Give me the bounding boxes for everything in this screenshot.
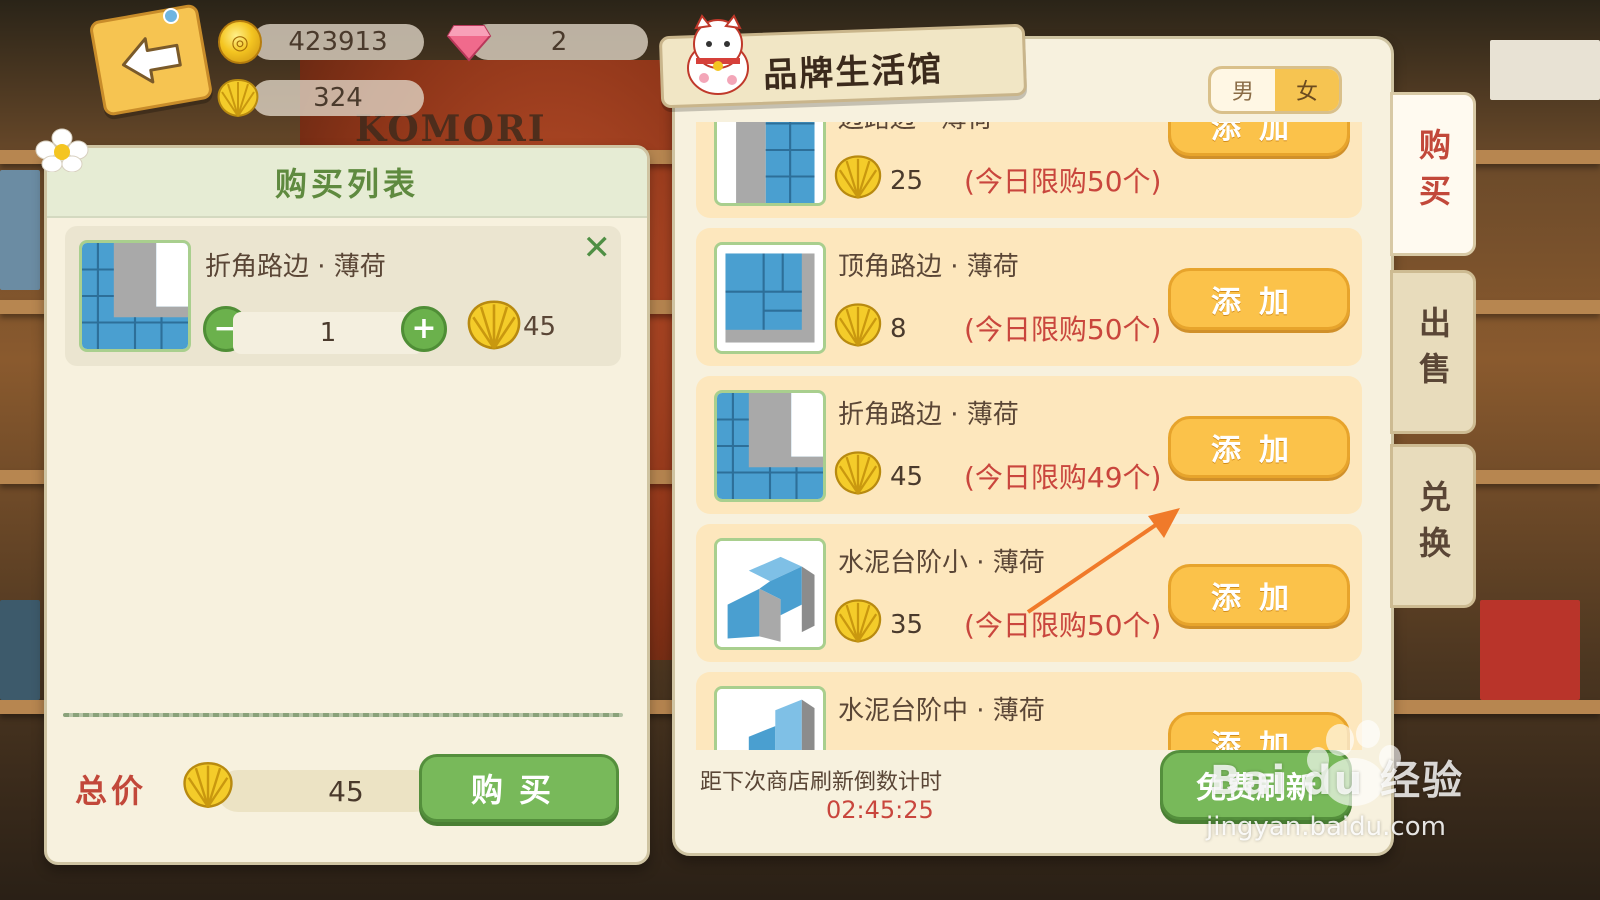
shop-item-name: 水泥台阶中 · 薄荷 <box>838 696 1045 726</box>
shop-title: 品牌生活馆 <box>762 49 944 96</box>
shop-item-price: 25 <box>890 166 924 196</box>
tab-sell[interactable]: 出售 <box>1390 270 1476 434</box>
item-thumbnail <box>714 686 826 750</box>
shop-item-name: 折角路边 · 薄荷 <box>838 400 1019 430</box>
watermark-url: jingyan.baidu.com <box>1206 812 1446 842</box>
shell-icon <box>834 303 882 347</box>
shop-item-row: 折角路边 · 薄荷 45 (今日限购49个) 添加 <box>696 376 1362 514</box>
tab-exchange-label: 兑换 <box>1414 480 1452 572</box>
cart-item-price: 45 <box>523 312 557 342</box>
background-book <box>1480 600 1580 700</box>
increase-quantity-button[interactable]: + <box>401 306 447 352</box>
item-thumbnail <box>714 390 826 502</box>
add-button[interactable]: 添加 <box>1168 268 1350 330</box>
shop-item-name: 边路边 · 薄荷 <box>838 122 993 135</box>
coins-display: 423913 <box>252 24 424 60</box>
coins-value: 423913 <box>288 27 388 57</box>
shell-icon <box>467 300 521 350</box>
total-value: 45 <box>217 770 435 812</box>
tab-sell-label: 出售 <box>1414 306 1452 398</box>
l-curb-icon <box>82 243 188 349</box>
pin-icon <box>163 8 179 24</box>
shop-item-row: 边路边 · 薄荷 25 (今日限购50个) 添加 <box>696 122 1362 218</box>
gems-display: 2 <box>470 24 648 60</box>
l-curb-icon <box>717 393 823 499</box>
refresh-countdown-label: 距下次商店刷新倒数计时 <box>700 770 943 795</box>
shell-icon <box>834 155 882 199</box>
back-arrow-icon <box>121 37 182 84</box>
watermark-logo: Bai du 经验 <box>1210 758 1465 804</box>
background-book <box>0 600 40 700</box>
cart-item-name: 折角路边 · 薄荷 <box>205 252 386 282</box>
coin-icon: ◎ <box>218 20 262 64</box>
shop-item-limit: (今日限购50个) <box>964 313 1162 346</box>
shells-value: 324 <box>313 83 363 113</box>
item-thumbnail <box>714 242 826 354</box>
edge-curb-icon <box>717 122 823 203</box>
shop-item-limit: (今日限购49个) <box>964 461 1162 494</box>
shell-icon <box>217 78 259 118</box>
total-label: 总价 <box>75 772 148 810</box>
back-button[interactable] <box>88 3 214 117</box>
medium-stair-icon <box>717 689 823 750</box>
gender-female-option[interactable]: 女 <box>1275 69 1339 111</box>
buy-button[interactable]: 购买 <box>419 754 619 822</box>
item-thumbnail <box>79 240 191 352</box>
item-thumbnail <box>714 122 826 206</box>
cart-item: 折角路边 · 薄荷 ✕ − 1 + 45 <box>65 226 621 366</box>
shop-item-limit: (今日限购50个) <box>964 165 1162 198</box>
shop-item-row: 顶角路边 · 薄荷 8 (今日限购50个) 添加 <box>696 228 1362 366</box>
purchase-list-title: 购买列表 <box>47 148 647 218</box>
flower-icon <box>35 128 89 172</box>
shells-display: 324 <box>252 80 424 116</box>
quantity-field[interactable]: 1 <box>233 312 423 354</box>
gem-icon <box>446 25 492 62</box>
corner-curb-icon <box>717 245 823 351</box>
gender-toggle: 男 女 <box>1208 66 1342 114</box>
shell-icon <box>183 762 233 808</box>
annotation-arrow-icon <box>1026 508 1180 614</box>
add-button[interactable]: 添加 <box>1168 122 1350 156</box>
add-button[interactable]: 添加 <box>1168 416 1350 478</box>
shop-item-price: 45 <box>890 462 924 492</box>
add-button[interactable]: 添加 <box>1168 564 1350 626</box>
background-book <box>0 170 40 290</box>
tab-exchange[interactable]: 兑换 <box>1390 444 1476 608</box>
refresh-countdown-timer: 02:45:25 <box>826 796 934 824</box>
remove-item-button[interactable]: ✕ <box>583 228 612 268</box>
gems-value: 2 <box>550 27 568 57</box>
tab-buy[interactable]: 购买 <box>1390 92 1476 256</box>
small-stair-icon <box>717 541 823 647</box>
shop-item-price: 35 <box>890 610 924 640</box>
purchase-list-panel: 购买列表 折角路边 · 薄荷 ✕ − 1 + 45 总价 45 购买 <box>44 145 650 865</box>
lucky-cat-icon <box>687 14 749 95</box>
shop-item-name: 顶角路边 · 薄荷 <box>838 252 1019 282</box>
shell-icon <box>834 451 882 495</box>
tab-buy-label: 购买 <box>1414 128 1452 220</box>
shop-item-list[interactable]: 边路边 · 薄荷 25 (今日限购50个) 添加 顶角路边 · 薄荷 8 (今日… <box>690 122 1370 750</box>
divider <box>63 713 623 717</box>
item-thumbnail <box>714 538 826 650</box>
shop-item-name: 水泥台阶小 · 薄荷 <box>838 548 1045 578</box>
gender-male-option[interactable]: 男 <box>1211 69 1275 111</box>
background-cushion <box>1490 40 1600 100</box>
shell-icon <box>834 599 882 643</box>
shop-item-price: 8 <box>890 314 907 344</box>
